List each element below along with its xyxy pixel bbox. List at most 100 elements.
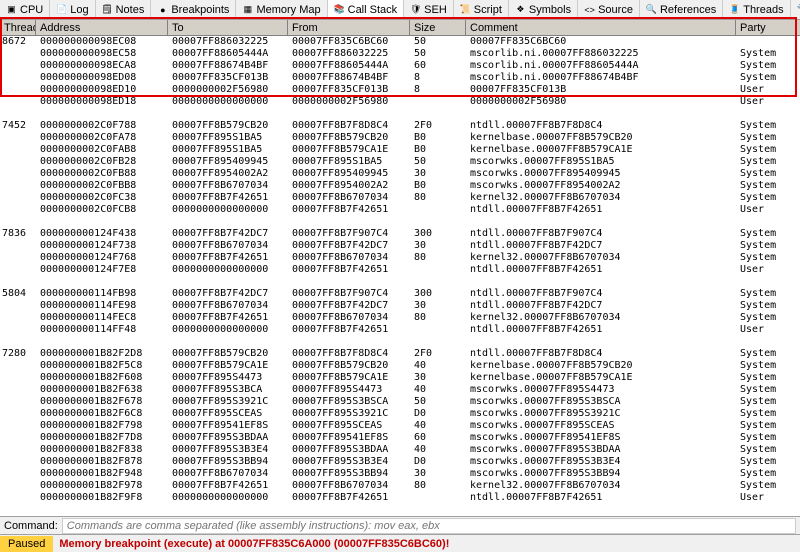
cell-comment: kernelbase.00007FF8B579CA1E xyxy=(466,144,736,156)
cell-to: 00007FF8B6707034 xyxy=(168,240,288,252)
stack-row[interactable]: 000000000114FE9800007FF8B670703400007FF8… xyxy=(0,300,800,312)
stack-row[interactable]: 000000000114FB9800007FF8B7F42DC700007FF8… xyxy=(0,288,800,300)
stack-row[interactable]: 0000000001B82F83800007FF895S3B3E400007FF… xyxy=(0,444,800,456)
cell-thread xyxy=(0,204,36,216)
stack-row[interactable]: 0000000002C0FAB800007FF895S1BA500007FF8B… xyxy=(0,144,800,156)
cell-size: 60 xyxy=(410,432,466,444)
cell-from: 00007FF8B579CB20 xyxy=(288,360,410,372)
tab-log[interactable]: 📄Log xyxy=(50,0,95,19)
cell-party: System xyxy=(736,468,796,480)
stack-row[interactable]: 0000000001B82F5C800007FF8B579CA1E00007FF… xyxy=(0,360,800,372)
tab-handles[interactable]: 🔧Handles xyxy=(791,0,800,19)
stack-row[interactable]: 000000000114FF48000000000000000000007FF8… xyxy=(0,324,800,336)
tab-references[interactable]: 🔍References xyxy=(640,0,723,19)
stack-row[interactable]: 0000000002C0FB8800007FF8954002A200007FF8… xyxy=(0,168,800,180)
stack-row[interactable]: 0000000001B82F2D800007FF8B579CB2000007FF… xyxy=(0,348,800,360)
stack-row[interactable]: 000000000114FEC800007FF8B7F4265100007FF8… xyxy=(0,312,800,324)
tab-cpu[interactable]: ▣CPU xyxy=(0,0,50,19)
symbols-icon: ❖ xyxy=(515,4,526,15)
col-address[interactable]: Address xyxy=(36,20,168,35)
stack-row[interactable]: 0000000002C0FBB800007FF8B670703400007FF8… xyxy=(0,180,800,192)
tab-threads[interactable]: 🧵Threads xyxy=(723,0,790,19)
cell-thread xyxy=(0,72,36,84)
stack-row[interactable]: 000000000098ED18000000000000000000000000… xyxy=(0,96,800,108)
stack-row[interactable]: 0000000001B82F7D800007FF895S3BDAA00007FF… xyxy=(0,432,800,444)
stack-row[interactable]: 0000000001B82F97800007FF8B7F4265100007FF… xyxy=(0,480,800,492)
cell-from: 00007FF8B7F8D8C4 xyxy=(288,120,410,132)
cell-size: 30 xyxy=(410,168,466,180)
stack-row[interactable]: 000000000124F43800007FF8B7F42DC700007FF8… xyxy=(0,228,800,240)
seh-icon: 🛡 xyxy=(410,4,421,15)
stack-row[interactable]: 0000000002C0FC3800007FF8B7F4265100007FF8… xyxy=(0,192,800,204)
stack-row[interactable]: 0000000001B82F9F8000000000000000000007FF… xyxy=(0,492,800,504)
stack-row[interactable]: 000000000098ED100000000002F5698000007FF8… xyxy=(0,84,800,96)
stack-row[interactable]: 000000000124F73800007FF8B670703400007FF8… xyxy=(0,240,800,252)
cell-thread xyxy=(0,48,36,60)
cell-to: 00007FF8B7F42651 xyxy=(168,312,288,324)
cell-comment: kernelbase.00007FF8B579CA1E xyxy=(466,372,736,384)
stack-row[interactable]: 0000000002C0FA7800007FF895S1BA500007FF8B… xyxy=(0,132,800,144)
stack-row[interactable]: 0000000001B82F87800007FF895S3BB9400007FF… xyxy=(0,456,800,468)
cell-comment: mscorlib.ni.00007FF88605444A xyxy=(466,60,736,72)
cell-size: 30 xyxy=(410,240,466,252)
col-party[interactable]: Party xyxy=(736,20,796,35)
cell-address: 000000000124F7E8 xyxy=(36,264,168,276)
log-icon: 📄 xyxy=(56,4,67,15)
tab-call-stack[interactable]: 📚Call Stack xyxy=(328,0,405,19)
stack-row[interactable]: 0000000002C0F78800007FF8B579CB2000007FF8… xyxy=(0,120,800,132)
threads-icon: 🧵 xyxy=(729,4,740,15)
cell-size: 40 xyxy=(410,360,466,372)
cell-size: 80 xyxy=(410,252,466,264)
stack-row[interactable]: 0000000001B82F79800007FF89541EF8S00007FF… xyxy=(0,420,800,432)
tab-label: Call Stack xyxy=(348,4,398,16)
tab-script[interactable]: 📜Script xyxy=(454,0,509,19)
command-input[interactable] xyxy=(62,518,796,534)
col-size[interactable]: Size xyxy=(410,20,466,35)
cell-from: 00007FF8B6707034 xyxy=(288,312,410,324)
col-to[interactable]: To xyxy=(168,20,288,35)
cell-address: 000000000114FE98 xyxy=(36,300,168,312)
cell-to: 00007FF895SCEAS xyxy=(168,408,288,420)
cell-thread xyxy=(0,264,36,276)
tab-seh[interactable]: 🛡SEH xyxy=(404,0,454,19)
stack-row[interactable]: 000000000098ECA800007FF88674B4BF00007FF8… xyxy=(0,60,800,72)
cell-size: 50 xyxy=(410,396,466,408)
cell-address: 000000000114FB98 xyxy=(36,288,168,300)
thread-id: 8672 xyxy=(0,36,36,48)
cell-address: 0000000001B82F838 xyxy=(36,444,168,456)
stack-row[interactable]: 0000000001B82F94800007FF8B670703400007FF… xyxy=(0,468,800,480)
stack-row[interactable]: 000000000124F76800007FF8B7F4265100007FF8… xyxy=(0,252,800,264)
cell-thread xyxy=(0,408,36,420)
callstack-grid[interactable]: 8672000000000098EC0800007FF8860322250000… xyxy=(0,36,800,514)
cell-size: 40 xyxy=(410,444,466,456)
stack-row[interactable]: 0000000001B82F63800007FF895S3BCA00007FF8… xyxy=(0,384,800,396)
cell-comment: mscorwks.00007FF89541EF8S xyxy=(466,432,736,444)
stack-row[interactable]: 000000000098ED0800007FF835CF013B00007FF8… xyxy=(0,72,800,84)
col-comment[interactable]: Comment xyxy=(466,20,736,35)
stack-row[interactable]: 000000000098EC5800007FF88605444A00007FF8… xyxy=(0,48,800,60)
stack-row[interactable]: 000000000124F7E8000000000000000000007FF8… xyxy=(0,264,800,276)
tab-memory-map[interactable]: ▦Memory Map xyxy=(236,0,327,19)
cell-thread xyxy=(0,96,36,108)
cell-from: 00007FF895S3B3E4 xyxy=(288,456,410,468)
tab-source[interactable]: <>Source xyxy=(578,0,640,19)
stack-row[interactable]: 000000000098EC0800007FF88603222500007FF8… xyxy=(0,36,800,48)
col-thread[interactable]: Thread xyxy=(0,20,36,35)
cell-comment: mscorwks.00007FF895S3BB94 xyxy=(466,468,736,480)
cell-from: 00007FF8B579CA1E xyxy=(288,144,410,156)
cell-from: 00007FF8B6707034 xyxy=(288,252,410,264)
source-icon: <> xyxy=(584,4,595,15)
stack-row[interactable]: 0000000001B82F6C800007FF895SCEAS00007FF8… xyxy=(0,408,800,420)
cell-party: System xyxy=(736,480,796,492)
cell-party: System xyxy=(736,312,796,324)
col-from[interactable]: From xyxy=(288,20,410,35)
tab-notes[interactable]: 🗒Notes xyxy=(96,0,152,19)
stack-row[interactable]: 0000000002C0FB2800007FF89540994500007FF8… xyxy=(0,156,800,168)
tab-bar: ▣CPU📄Log🗒Notes●Breakpoints▦Memory Map📚Ca… xyxy=(0,0,800,20)
cell-party: System xyxy=(736,180,796,192)
stack-row[interactable]: 0000000002C0FCB8000000000000000000007FF8… xyxy=(0,204,800,216)
tab-symbols[interactable]: ❖Symbols xyxy=(509,0,578,19)
stack-row[interactable]: 0000000001B82F60800007FF895S447300007FF8… xyxy=(0,372,800,384)
stack-row[interactable]: 0000000001B82F67800007FF895S3921C00007FF… xyxy=(0,396,800,408)
tab-breakpoints[interactable]: ●Breakpoints xyxy=(151,0,236,19)
